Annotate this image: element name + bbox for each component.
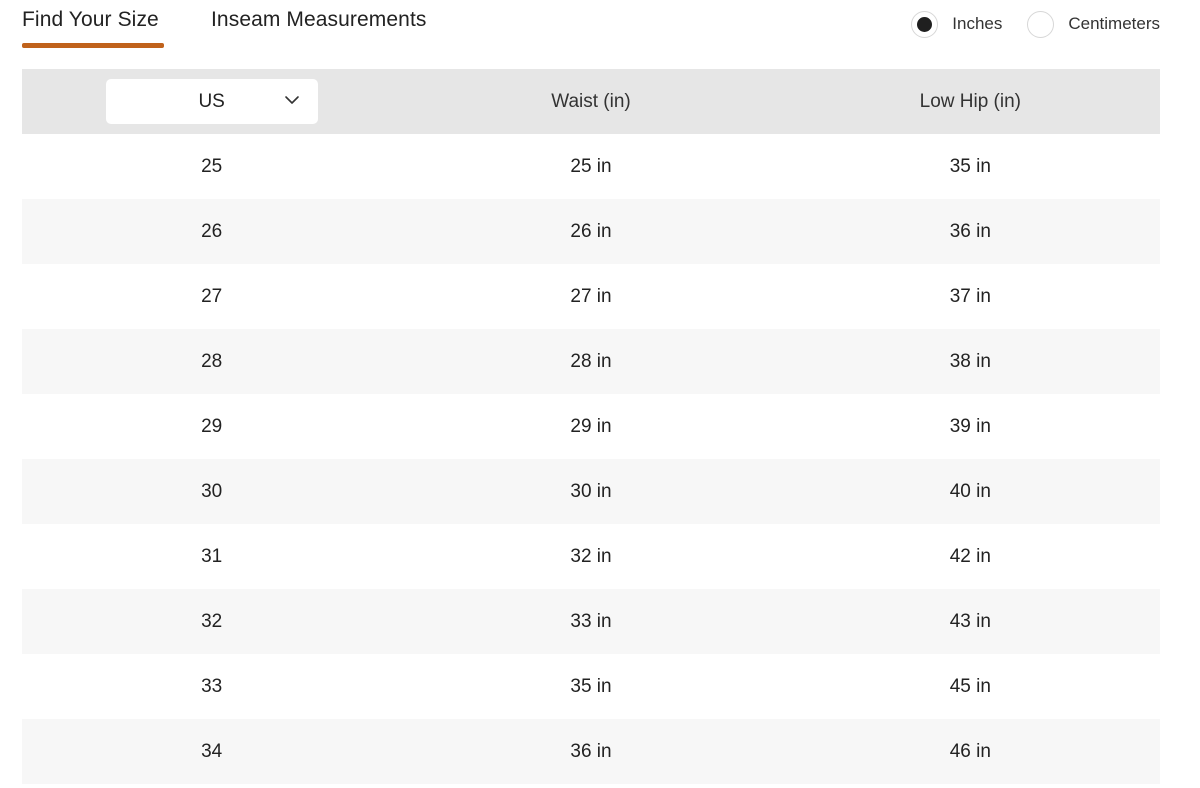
size-cell: 25 [201,155,223,177]
table-row: 30 30 in 40 in [22,459,1160,524]
waist-cell: 32 in [570,545,612,567]
size-system-select[interactable]: US [105,79,318,124]
low-hip-cell: 39 in [949,415,991,437]
tab-inseam-measurements[interactable]: Inseam Measurements [211,8,427,32]
low-hip-cell: 38 in [949,350,991,372]
size-chart-panel: Find Your Size Inseam Measurements Inche… [0,0,1200,788]
size-cell: 32 [201,610,223,632]
waist-cell: 33 in [570,610,612,632]
centimeters-label: Centimeters [1068,14,1160,33]
waist-cell: 29 in [570,415,612,437]
table-row: 33 35 in 45 in [22,654,1160,719]
waist-cell: 35 in [570,675,612,697]
chevron-down-icon [284,96,299,104]
table-row: 26 26 in 36 in [22,199,1160,264]
low-hip-cell: 35 in [949,155,991,177]
low-hip-cell: 46 in [949,740,991,762]
unit-option-inches[interactable]: Inches [911,10,1003,38]
tab-find-your-size[interactable]: Find Your Size [22,8,159,32]
waist-cell: 25 in [570,155,612,177]
inches-label: Inches [952,14,1003,33]
low-hip-cell: 37 in [949,285,991,307]
table-row: 34 36 in 46 in [22,719,1160,784]
low-hip-cell: 40 in [949,480,991,502]
table-body: 25 25 in 35 in 26 26 in 36 in 27 27 in 3… [22,134,1160,784]
table-row: 27 27 in 37 in [22,264,1160,329]
active-tab-indicator [22,43,164,48]
table-header: US Waist (in) Low Hip (in) [22,69,1160,134]
size-cell: 28 [201,350,223,372]
size-cell: 30 [201,480,223,502]
unit-option-centimeters[interactable]: Centimeters [1027,10,1160,38]
low-hip-cell: 42 in [949,545,991,567]
low-hip-column-header: Low Hip (in) [919,90,1021,112]
waist-cell: 26 in [570,220,612,242]
waist-cell: 28 in [570,350,612,372]
size-cell: 31 [201,545,223,567]
size-table: US Waist (in) Low Hip (in) 25 25 in 35 i… [22,69,1160,784]
waist-cell: 30 in [570,480,612,502]
waist-column-header: Waist (in) [551,90,631,112]
size-chart-toolbar: Find Your Size Inseam Measurements Inche… [22,0,1160,52]
waist-cell: 36 in [570,740,612,762]
low-hip-cell: 45 in [949,675,991,697]
size-cell: 27 [201,285,223,307]
size-cell: 34 [201,740,223,762]
size-cell: 33 [201,675,223,697]
low-hip-cell: 43 in [949,610,991,632]
table-row: 32 33 in 43 in [22,589,1160,654]
low-hip-cell: 36 in [949,220,991,242]
unit-toggle: Inches Centimeters [911,10,1160,38]
table-row: 29 29 in 39 in [22,394,1160,459]
size-cell: 29 [201,415,223,437]
table-row: 31 32 in 42 in [22,524,1160,589]
inches-radio[interactable] [911,10,939,38]
size-system-value: US [198,90,225,112]
size-system-header: US [22,69,401,134]
centimeters-radio[interactable] [1027,10,1055,38]
table-row: 28 28 in 38 in [22,329,1160,394]
table-row: 25 25 in 35 in [22,134,1160,199]
size-cell: 26 [201,220,223,242]
waist-cell: 27 in [570,285,612,307]
